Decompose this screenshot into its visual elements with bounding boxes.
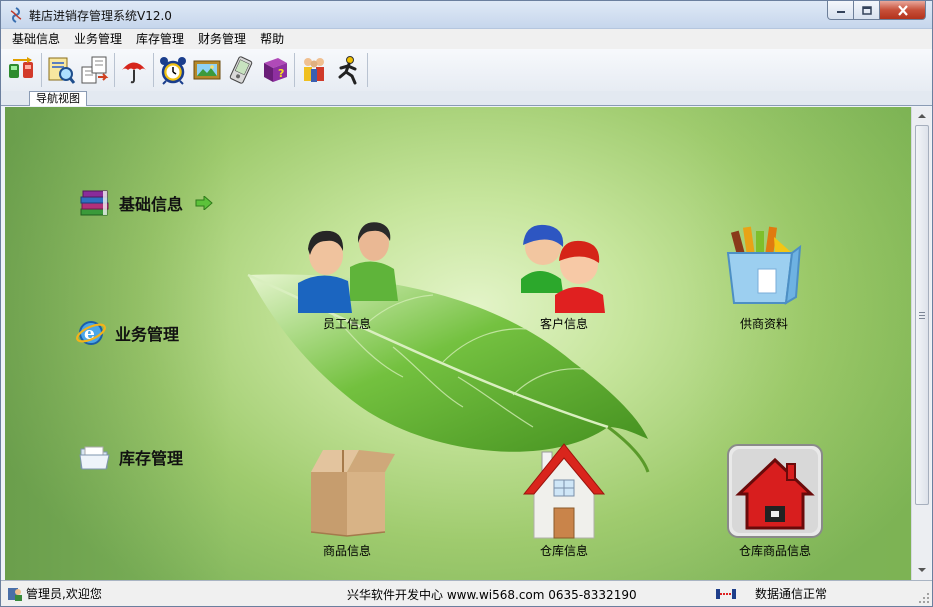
tile-customer[interactable]: 客户信息 [494,217,634,332]
tile-employee-label: 员工信息 [322,317,371,331]
toolbar-button-exit[interactable] [331,51,365,89]
toolbar-button-transfer[interactable] [78,51,112,89]
maximize-button[interactable] [854,1,880,20]
menu-business[interactable]: 业务管理 [67,29,129,49]
window-controls [827,1,926,21]
menu-finance[interactable]: 财务管理 [191,29,253,49]
scroll-down-button[interactable] [914,562,930,578]
globe-e-icon: e [76,321,106,345]
close-icon [897,4,908,16]
minimize-button[interactable] [827,1,854,20]
window-title: 鞋店进销存管理系统V12.0 [29,9,172,23]
toolbar-button-query[interactable] [44,51,78,89]
toolbar-separator [367,53,368,87]
toolbar-button-umbrella[interactable] [117,51,151,89]
status-bar: 管理员,欢迎您 兴华软件开发中心 www.wi568.com 0635-8332… [1,580,932,606]
tile-customer-label: 客户信息 [539,317,588,331]
supplier-files-icon [726,226,802,305]
tile-supplier[interactable]: 供商资料 [694,217,834,332]
tile-warehouse-product[interactable]: 仓库商品信息 [700,442,850,559]
arrow-right-icon [195,196,213,210]
scroll-up-icon [918,114,926,118]
scroll-down-icon [918,568,926,572]
menu-basic-info[interactable]: 基础信息 [5,29,67,49]
nav-basic-info-label: 基础信息 [119,195,184,214]
umbrella-icon [122,62,146,84]
nav-inventory-label: 库存管理 [119,449,184,468]
tile-product[interactable]: 商品信息 [277,442,417,559]
nav-business-label: 业务管理 [115,325,180,344]
toolbar-button-users[interactable] [297,51,331,89]
running-man-exit-icon [338,56,357,85]
thumb-grip [919,315,925,316]
toolbar-separator [41,53,42,87]
tile-product-label: 商品信息 [322,544,371,558]
status-connection-text: 数据通信正常 [755,587,828,601]
tab-strip: 导航视图 [1,91,932,106]
alarm-clock-icon [160,57,186,85]
resize-grip-icon[interactable] [918,592,930,604]
toolbar-separator [294,53,295,87]
customers-icon [521,224,605,313]
scroll-up-button[interactable] [914,108,930,124]
toolbar-separator [153,53,154,87]
app-window: 鞋店进销存管理系统V12.0 基础信息 业务管理 库存管理 财务管理 帮助 ? … [0,0,933,607]
toolbar-separator [114,53,115,87]
toolbar-button-help[interactable]: ? [258,51,292,89]
toolbar-button-exchange[interactable] [5,51,39,89]
help-book-icon: ? [264,58,287,82]
tab-navigation-view[interactable]: 导航视图 [29,91,87,106]
nav-inventory[interactable]: 库存管理 [79,443,183,471]
navigation-panel: 基础信息 e 业务管理 库存管理 员工信息 客户信息 供商资料 商品信息 仓库信… [5,107,911,580]
picture-frame-icon [193,60,221,80]
status-connection: 数据通信正常 [715,585,827,602]
minimize-icon [836,11,845,13]
pda-icon [229,56,253,84]
traffic-exchange-icon [9,57,33,78]
menu-inventory[interactable]: 库存管理 [129,29,191,49]
document-transfer-icon [81,56,109,84]
employees-icon [298,222,398,313]
status-user-text: 管理员,欢迎您 [26,587,102,601]
tile-warehouse-product-label: 仓库商品信息 [738,544,811,558]
title-bar[interactable]: 鞋店进销存管理系统V12.0 [1,1,932,29]
menu-help[interactable]: 帮助 [253,29,291,49]
thumb-grip [919,318,925,319]
tile-employee[interactable]: 员工信息 [277,217,417,332]
user-icon [8,587,22,601]
vertical-scrollbar[interactable] [911,107,931,580]
document-search-icon [48,57,76,84]
network-status-icon [716,588,736,599]
toolbar-button-alarm[interactable] [156,51,190,89]
toolbar: ? [1,49,932,91]
red-house-button-icon [727,444,823,538]
users-group-icon [304,58,324,82]
tile-warehouse[interactable]: 仓库信息 [494,442,634,559]
app-logo-icon [10,7,22,23]
close-button[interactable] [880,1,926,20]
status-user: 管理员,欢迎您 [7,585,102,602]
maximize-icon [861,5,872,15]
open-folder-icon [79,446,110,470]
toolbar-button-picture[interactable] [190,51,224,89]
house-icon [522,443,606,539]
scrollbar-thumb[interactable] [915,125,929,505]
toolbar-button-pda[interactable] [224,51,258,89]
svg-text:?: ? [278,67,284,80]
menu-bar: 基础信息 业务管理 库存管理 财务管理 帮助 [1,29,932,49]
tile-supplier-label: 供商资料 [739,317,788,331]
thumb-grip [919,312,925,313]
tile-warehouse-label: 仓库信息 [539,544,588,558]
status-vendor-text: 兴华软件开发中心 www.wi568.com 0635-8332190 [347,588,637,602]
books-stack-icon [80,190,109,216]
cardboard-box-icon [310,450,395,537]
nav-business[interactable]: e 业务管理 [75,317,179,349]
nav-basic-info[interactable]: 基础信息 [79,189,213,217]
